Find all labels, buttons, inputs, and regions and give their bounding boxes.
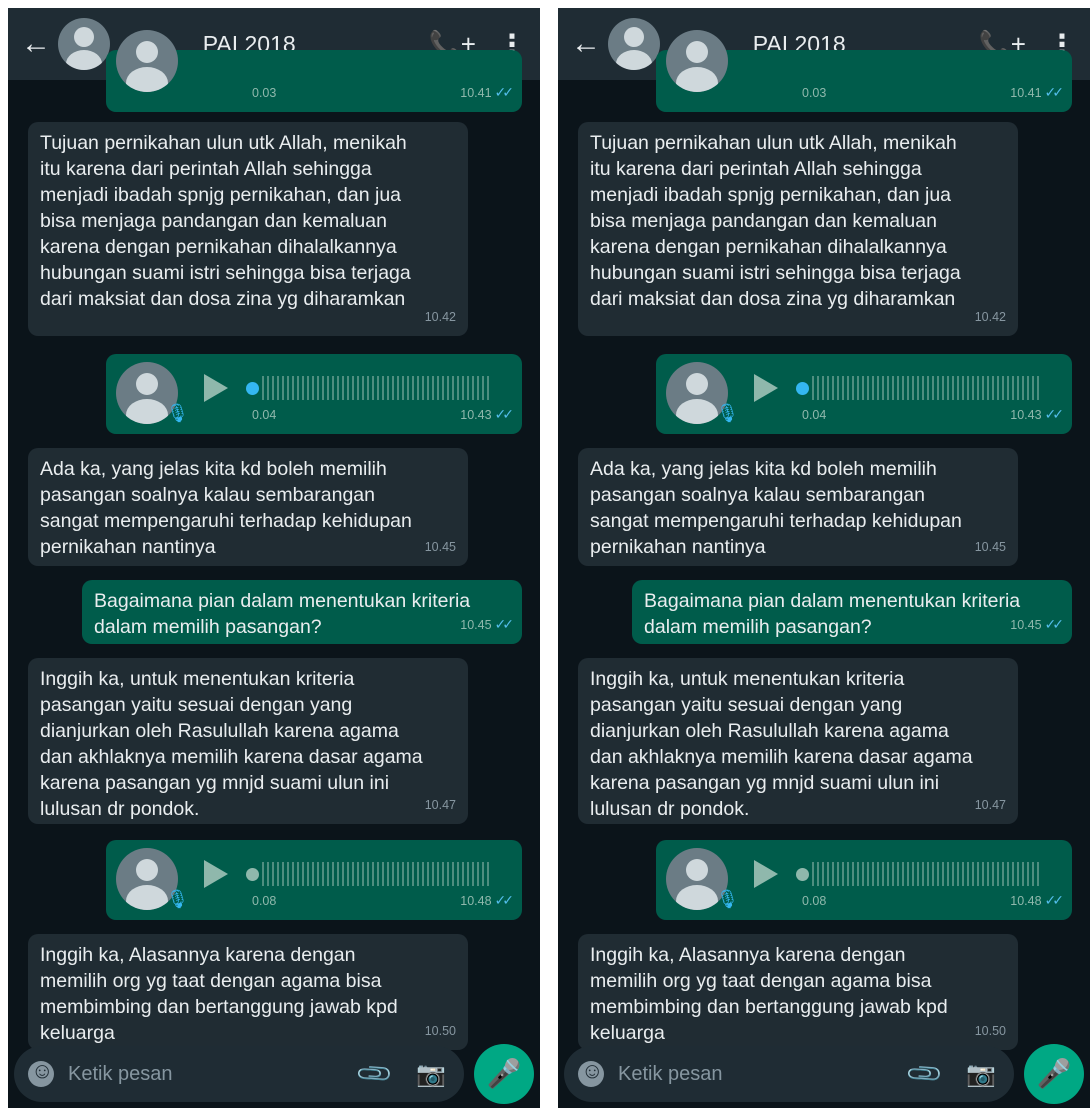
emoji-icon[interactable] — [28, 1058, 54, 1087]
outgoing-message[interactable]: Bagaimana pian dalam menentukan kriteria… — [632, 580, 1072, 644]
message-time: 10.47 — [974, 798, 1006, 812]
message-text: Ada ka, yang jelas kita kd boleh memilih… — [40, 458, 412, 558]
mic-badge-icon: 🎙 — [716, 889, 739, 909]
voice-duration: 0.04 — [802, 408, 827, 422]
waveform[interactable] — [812, 376, 1042, 400]
waveform[interactable] — [812, 862, 1042, 886]
message-input[interactable]: Ketik pesan — [618, 1063, 910, 1086]
incoming-message[interactable]: Ada ka, yang jelas kita kd boleh memilih… — [28, 448, 468, 566]
play-icon[interactable] — [204, 374, 228, 402]
mic-button[interactable]: 🎤 — [1024, 1044, 1084, 1104]
voice-message[interactable]: 🎙 0.08 10.48 ✓✓ — [656, 840, 1072, 920]
mic-badge-icon: 🎙 — [166, 403, 189, 423]
voice-duration: 0.08 — [802, 894, 827, 908]
read-ticks-icon: ✓✓ — [1044, 616, 1065, 632]
mic-badge-icon: 🎙 — [166, 889, 189, 909]
play-icon[interactable] — [754, 860, 778, 888]
seek-handle[interactable] — [246, 868, 259, 881]
seek-handle[interactable] — [796, 868, 809, 881]
voice-duration: 0.04 — [252, 408, 277, 422]
group-avatar[interactable] — [608, 18, 660, 70]
incoming-message[interactable]: Ada ka, yang jelas kita kd boleh memilih… — [578, 448, 1018, 566]
play-icon[interactable] — [204, 860, 228, 888]
emoji-icon[interactable] — [578, 1058, 604, 1087]
message-text: Inggih ka, untuk menentukan kriteria pas… — [590, 668, 973, 820]
back-arrow-icon[interactable]: ← — [14, 27, 58, 61]
camera-icon[interactable]: 📷 — [416, 1060, 446, 1089]
voice-duration: 0.03 — [802, 86, 827, 100]
message-text: Tujuan pernikahan ulun utk Allah, menika… — [590, 132, 961, 310]
read-ticks-icon: ✓✓ — [1044, 84, 1065, 100]
message-time: 10.45 — [424, 540, 456, 554]
message-time: 10.41 — [1010, 86, 1042, 100]
incoming-message[interactable]: Tujuan pernikahan ulun utk Allah, menika… — [28, 122, 468, 336]
voice-message[interactable]: 🎙 0.04 10.43 ✓✓ — [106, 354, 522, 434]
message-text: Tujuan pernikahan ulun utk Allah, menika… — [40, 132, 411, 310]
mic-badge-icon: 🎙 — [716, 403, 739, 423]
message-time: 10.45 — [460, 618, 492, 632]
message-time: 10.42 — [424, 310, 456, 324]
seek-handle[interactable] — [796, 382, 809, 395]
message-time: 10.47 — [424, 798, 456, 812]
message-time: 10.41 — [460, 86, 492, 100]
voice-message-partial[interactable]: 0.03 10.41 ✓✓ — [656, 30, 1072, 112]
message-text: Bagaimana pian dalam menentukan kriteria… — [644, 590, 1021, 638]
chat-screen-left: ← PAI 2018 📞+ ⋮ 0.03 10.41 ✓✓ Tujuan pern… — [8, 8, 540, 1108]
voice-message[interactable]: 🎙 0.04 10.43 ✓✓ — [656, 354, 1072, 434]
message-time: 10.50 — [974, 1024, 1006, 1038]
voice-duration: 0.08 — [252, 894, 277, 908]
incoming-message[interactable]: Inggih ka, Alasannya karena dengan memil… — [578, 934, 1018, 1050]
waveform[interactable] — [262, 862, 492, 886]
read-ticks-icon: ✓✓ — [494, 84, 515, 100]
message-text: Ada ka, yang jelas kita kd boleh memilih… — [590, 458, 962, 558]
read-ticks-icon: ✓✓ — [1044, 892, 1065, 908]
message-list[interactable]: 0.03 10.41 ✓✓ Tujuan pernikahan ulun utk … — [558, 30, 1090, 1080]
camera-icon[interactable]: 📷 — [966, 1060, 996, 1089]
message-input-bar[interactable]: Ketik pesan 📎 📷 — [564, 1046, 1014, 1102]
incoming-message[interactable]: Inggih ka, untuk menentukan kriteria pas… — [28, 658, 468, 824]
message-time: 10.45 — [1010, 618, 1042, 632]
voice-message[interactable]: 🎙 0.08 10.48 ✓✓ — [106, 840, 522, 920]
outgoing-message[interactable]: Bagaimana pian dalam menentukan kriteria… — [82, 580, 522, 644]
back-arrow-icon[interactable]: ← — [564, 27, 608, 61]
read-ticks-icon: ✓✓ — [494, 892, 515, 908]
message-time: 10.43 — [1010, 408, 1042, 422]
voice-avatar — [116, 30, 178, 92]
waveform[interactable] — [262, 376, 492, 400]
attach-icon[interactable]: 📎 — [354, 1053, 396, 1095]
message-list[interactable]: 0.03 10.41 ✓✓ Tujuan pernikahan ulun utk … — [8, 30, 540, 1080]
chat-screen-right: ← PAI 2018 📞+ ⋮ 0.03 10.41 ✓✓ Tujuan pern… — [558, 8, 1090, 1108]
seek-handle[interactable] — [246, 382, 259, 395]
read-ticks-icon: ✓✓ — [494, 616, 515, 632]
message-time: 10.48 — [1010, 894, 1042, 908]
attach-icon[interactable]: 📎 — [904, 1053, 946, 1095]
voice-duration: 0.03 — [252, 86, 277, 100]
message-time: 10.42 — [974, 310, 1006, 324]
message-input-bar[interactable]: Ketik pesan 📎 📷 — [14, 1046, 464, 1102]
message-time: 10.50 — [424, 1024, 456, 1038]
message-time: 10.43 — [460, 408, 492, 422]
read-ticks-icon: ✓✓ — [1044, 406, 1065, 422]
incoming-message[interactable]: Inggih ka, Alasannya karena dengan memil… — [28, 934, 468, 1050]
read-ticks-icon: ✓✓ — [494, 406, 515, 422]
incoming-message[interactable]: Inggih ka, untuk menentukan kriteria pas… — [578, 658, 1018, 824]
incoming-message[interactable]: Tujuan pernikahan ulun utk Allah, menika… — [578, 122, 1018, 336]
group-avatar[interactable] — [58, 18, 110, 70]
voice-avatar — [666, 30, 728, 92]
message-time: 10.45 — [974, 540, 1006, 554]
play-icon[interactable] — [754, 374, 778, 402]
message-text: Inggih ka, Alasannya karena dengan memil… — [40, 944, 398, 1044]
message-text: Inggih ka, untuk menentukan kriteria pas… — [40, 668, 423, 820]
message-time: 10.48 — [460, 894, 492, 908]
voice-message-partial[interactable]: 0.03 10.41 ✓✓ — [106, 30, 522, 112]
message-text: Inggih ka, Alasannya karena dengan memil… — [590, 944, 948, 1044]
message-text: Bagaimana pian dalam menentukan kriteria… — [94, 590, 471, 638]
mic-button[interactable]: 🎤 — [474, 1044, 534, 1104]
message-input[interactable]: Ketik pesan — [68, 1063, 360, 1086]
